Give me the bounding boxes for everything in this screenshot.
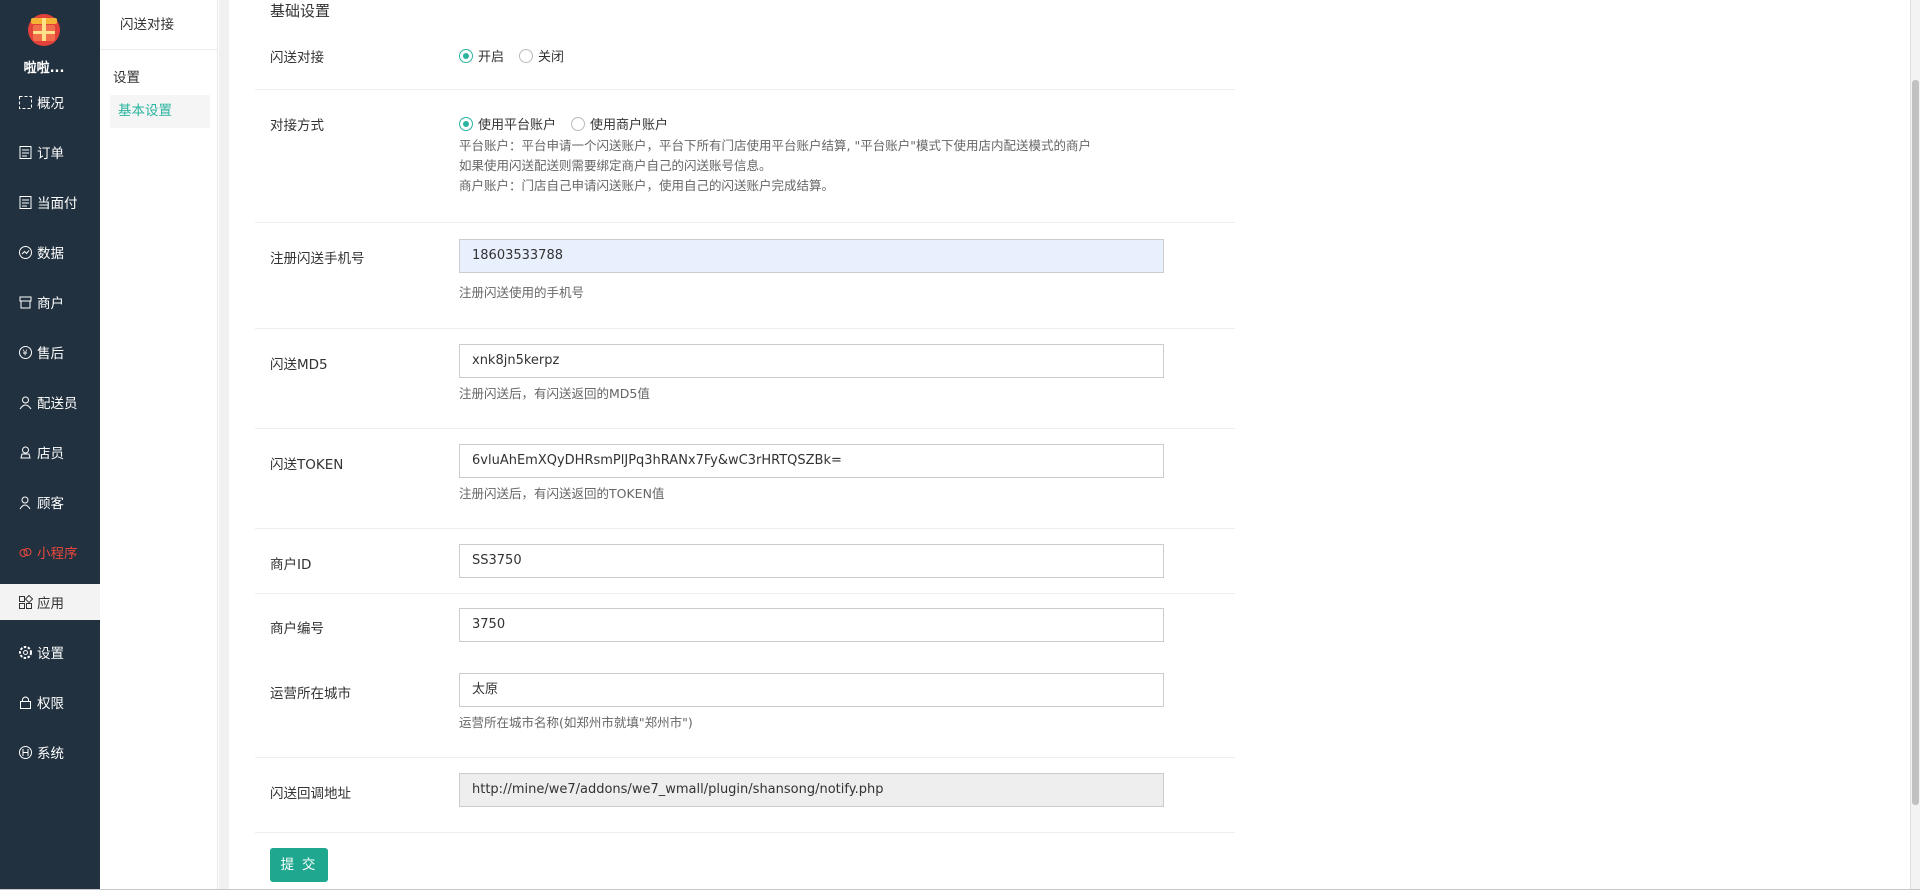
- nav-item-overview[interactable]: 概况: [0, 84, 100, 120]
- bottom-strip: [0, 890, 1920, 896]
- form-row-merchant-id: 商户ID SS3750: [255, 529, 1235, 594]
- help-line: 商户账户：门店自己申请闪送账户，使用自己的闪送账户完成结算。: [459, 178, 835, 193]
- nav-label: 概况: [37, 96, 64, 112]
- help-line: 如果使用闪送配送则需要绑定商户自己的闪送账号信息。: [459, 158, 772, 173]
- help-text: 注册闪送后，有闪送返回的TOKEN值: [459, 486, 665, 501]
- scrollbar-thumb[interactable]: [1912, 80, 1919, 805]
- nav-item-system[interactable]: 系统: [0, 734, 100, 770]
- nav-item-store[interactable]: 商户: [0, 284, 100, 320]
- form-row-callback: 闪送回调地址 http://mine/we7/addons/we7_wmall/…: [255, 758, 1235, 833]
- token-input[interactable]: 6vluAhEmXQyDHRsmPlJPq3hRANx7Fy&wC3rHRTQS…: [459, 444, 1164, 478]
- form-row-phone: 注册闪送手机号 18603533788 注册闪送使用的手机号: [255, 223, 1235, 329]
- radio-label[interactable]: 使用平台账户: [478, 114, 556, 133]
- phone-input[interactable]: 18603533788: [459, 239, 1164, 273]
- apps-icon: [19, 594, 33, 609]
- city-input[interactable]: 太原: [459, 673, 1164, 707]
- form-row-token: 闪送TOKEN 6vluAhEmXQyDHRsmPlJPq3hRANx7Fy&w…: [255, 429, 1235, 529]
- help-text: 注册闪送使用的手机号: [459, 285, 585, 300]
- radio-label[interactable]: 开启: [478, 46, 504, 65]
- nav-label: 配送员: [37, 396, 78, 412]
- gutter: [219, 0, 229, 890]
- field-label: 闪送对接: [270, 50, 324, 66]
- subnav-group-settings: 设置: [113, 70, 140, 86]
- nav-label: 商户: [37, 296, 64, 312]
- store-icon: [19, 296, 32, 308]
- mode-radio-group: 使用平台账户 使用商户账户: [459, 114, 683, 133]
- field-label: 商户ID: [270, 557, 312, 573]
- callback-url-input[interactable]: http://mine/we7/addons/we7_wmall/plugin/…: [459, 773, 1164, 807]
- form-row-md5: 闪送MD5 xnk8jn5kerpz 注册闪送后，有闪送返回的MD5值: [255, 329, 1235, 429]
- field-label: 运营所在城市: [270, 686, 351, 702]
- field-label: 闪送TOKEN: [270, 457, 344, 473]
- data-icon: [19, 245, 32, 259]
- md5-input[interactable]: xnk8jn5kerpz: [459, 344, 1164, 378]
- nav-item-clerk[interactable]: 店员: [0, 434, 100, 470]
- nav-label: 售后: [37, 346, 64, 362]
- subnav-header[interactable]: 闪送对接: [100, 0, 217, 50]
- nav-item-orders[interactable]: 订单: [0, 134, 100, 170]
- nav-label: 数据: [37, 246, 64, 262]
- help-line: 平台账户：平台申请一个闪送账户，平台下所有门店使用平台账户结算, "平台账户"模…: [459, 138, 1091, 153]
- radio-label[interactable]: 使用商户账户: [590, 114, 668, 133]
- help-text: 运营所在城市名称(如郑州市就填"郑州市"): [459, 715, 693, 730]
- section-title: 基础设置: [270, 2, 331, 20]
- gear-icon: [19, 645, 32, 659]
- submit-button[interactable]: 提 交: [270, 848, 328, 882]
- radio-platform-account[interactable]: [459, 116, 473, 131]
- form-row-enable: 闪送对接 开启 关闭: [255, 30, 1235, 90]
- nav-item-apps[interactable]: 应用: [0, 584, 100, 620]
- nav-label: 系统: [37, 746, 64, 762]
- enable-radio-group: 开启 关闭: [459, 46, 579, 65]
- field-label: 闪送MD5: [270, 357, 328, 373]
- miniprogram-icon: [19, 547, 32, 557]
- nav-label: 店员: [37, 446, 64, 462]
- shop-logo: [28, 14, 60, 46]
- nav-item-customer[interactable]: 顾客: [0, 484, 100, 520]
- form-row-merchant-no-city: 商户编号 3750 运营所在城市 太原 运营所在城市名称(如郑州市就填"郑州市"…: [255, 594, 1235, 758]
- system-icon: [19, 745, 32, 759]
- overview-icon: [19, 95, 32, 109]
- nav-label: 订单: [37, 146, 64, 162]
- nav-item-pay[interactable]: 当面付: [0, 184, 100, 220]
- help-text: 平台账户：平台申请一个闪送账户，平台下所有门店使用平台账户结算, "平台账户"模…: [459, 136, 1091, 196]
- sub-sidebar: 闪送对接 设置 基本设置: [100, 0, 218, 890]
- radio-label[interactable]: 关闭: [538, 46, 564, 65]
- main-sidebar: 啦啦... 概况 订单 当面付 数据 商户 ¥ 售后 配送员 店员 顾客 小程序: [0, 0, 100, 890]
- field-label: 注册闪送手机号: [270, 251, 365, 267]
- page-scrollbar[interactable]: [1910, 0, 1920, 890]
- customer-icon: [19, 496, 31, 509]
- order-icon: [19, 145, 32, 159]
- nav-item-courier[interactable]: 配送员: [0, 384, 100, 420]
- nav-label: 顾客: [37, 496, 64, 512]
- clerk-icon: [20, 446, 31, 458]
- field-label: 闪送回调地址: [270, 786, 351, 802]
- field-label: 商户编号: [270, 621, 324, 637]
- nav-item-miniprogram[interactable]: 小程序: [0, 534, 100, 570]
- radio-merchant-account[interactable]: [571, 116, 586, 131]
- svg-text:¥: ¥: [23, 348, 28, 357]
- form-row-mode: 对接方式 使用平台账户 使用商户账户 平台账户：平台申请一个闪送账户，平台下所有…: [255, 90, 1235, 223]
- pay-icon: [19, 195, 32, 209]
- nav-item-aftersale[interactable]: ¥ 售后: [0, 334, 100, 370]
- main-content: 基础设置 闪送对接 开启 关闭 对接方式 使用平台账户 使用商户账户 平台账户：…: [229, 0, 1909, 890]
- field-label: 对接方式: [270, 118, 324, 134]
- nav-item-data[interactable]: 数据: [0, 234, 100, 270]
- lock-icon: [20, 696, 31, 709]
- nav-item-settings[interactable]: 设置: [0, 634, 100, 670]
- shop-name[interactable]: 啦啦...: [0, 57, 88, 76]
- nav-label: 当面付: [37, 196, 78, 212]
- nav-item-permission[interactable]: 权限: [0, 684, 100, 720]
- radio-enable-off[interactable]: [519, 48, 534, 63]
- merchant-no-input[interactable]: 3750: [459, 608, 1164, 642]
- courier-icon: [19, 396, 32, 409]
- help-text: 注册闪送后，有闪送返回的MD5值: [459, 386, 650, 401]
- subnav-item-basic-settings[interactable]: 基本设置: [110, 95, 210, 128]
- aftersale-icon: ¥: [19, 345, 32, 359]
- nav-label: 权限: [37, 696, 64, 712]
- radio-enable-on[interactable]: [459, 48, 473, 63]
- nav-label: 应用: [37, 596, 64, 612]
- nav-label: 小程序: [37, 546, 78, 562]
- merchant-id-input[interactable]: SS3750: [459, 544, 1164, 578]
- nav-label: 设置: [37, 646, 64, 662]
